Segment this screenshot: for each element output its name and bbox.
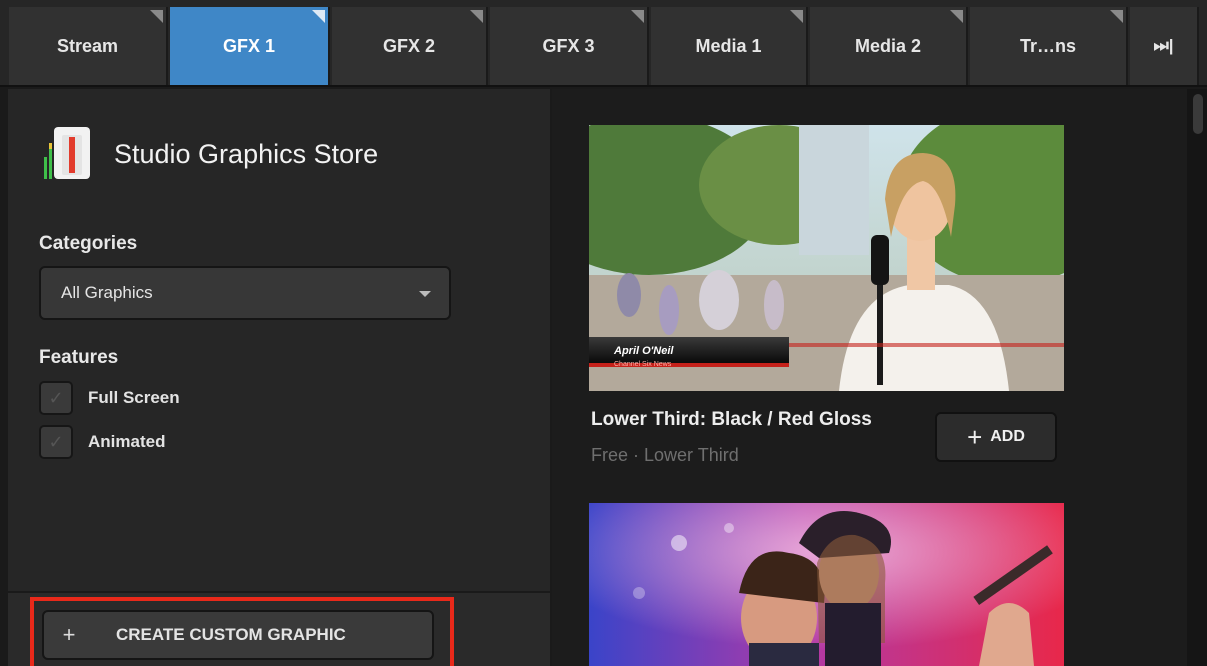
checkbox-box[interactable]: ✓	[39, 425, 73, 459]
create-custom-graphic-button[interactable]: + CREATE CUSTOM GRAPHIC	[42, 610, 434, 660]
scrollbar-thumb[interactable]	[1193, 94, 1203, 134]
tab-overflow-button[interactable]: ⏭|	[1130, 7, 1199, 85]
tab-gfx-2[interactable]: GFX 2	[332, 7, 488, 85]
add-graphic-button[interactable]: + ADD	[935, 412, 1057, 462]
tab-bar: Stream GFX 1 GFX 2 GFX 3 Media 1 Media 2…	[0, 0, 1207, 87]
tab-label: Tr…ns	[1019, 35, 1076, 56]
tab-options-corner-icon[interactable]	[470, 10, 483, 23]
graphic-meta: Free · Lower Third	[591, 445, 739, 465]
create-custom-graphic-label: CREATE CUSTOM GRAPHIC	[116, 625, 346, 644]
tab-label: GFX 2	[382, 35, 435, 56]
feature-animated-checkbox[interactable]: ✓ Animated	[39, 425, 165, 459]
tab-gfx-3[interactable]: GFX 3	[490, 7, 649, 85]
store-sidebar: Studio Graphics Store Categories All Gra…	[8, 89, 550, 666]
tab-gfx-1[interactable]: GFX 1	[170, 7, 330, 85]
graphics-list: April O'Neil Channel Six News Lower Thir…	[552, 89, 1207, 666]
tab-label: Media 1	[695, 35, 762, 56]
tab-label: GFX 1	[222, 35, 275, 56]
categories-select[interactable]: All Graphics	[39, 266, 451, 320]
store-title: Studio Graphics Store	[114, 138, 379, 169]
tab-label: Media 2	[854, 35, 922, 56]
feature-label: Full Screen	[88, 388, 180, 407]
store-header: Studio Graphics Store	[40, 125, 378, 183]
feature-label: Animated	[88, 432, 166, 451]
skip-forward-icon: ⏭|	[1153, 36, 1174, 55]
tab-options-corner-icon[interactable]	[950, 10, 963, 23]
checkmark-icon: ✓	[48, 431, 64, 452]
preview-caption-sub: Channel Six News	[614, 361, 672, 368]
plus-icon: +	[62, 622, 76, 647]
tab-options-corner-icon[interactable]	[790, 10, 803, 23]
preview-caption-name: April O'Neil	[613, 345, 674, 357]
categories-selected-value: All Graphics	[61, 283, 153, 302]
tab-options-corner-icon[interactable]	[1110, 10, 1123, 23]
features-label: Features	[39, 347, 119, 368]
checkbox-box[interactable]: ✓	[39, 381, 73, 415]
add-label: ADD	[990, 428, 1025, 445]
tab-stream[interactable]: Stream	[9, 7, 168, 85]
graphic-title: Lower Third: Black / Red Gloss	[591, 409, 872, 430]
scrollbar[interactable]	[1187, 89, 1207, 666]
tab-transitions[interactable]: Tr…ns	[970, 7, 1128, 85]
tab-label: GFX 3	[542, 35, 595, 56]
tab-media-1[interactable]: Media 1	[651, 7, 808, 85]
feature-full-screen-checkbox[interactable]: ✓ Full Screen	[39, 381, 180, 415]
graphic-preview-thumbnail[interactable]: April O'Neil Channel Six News	[589, 125, 1064, 391]
categories-label: Categories	[39, 233, 138, 254]
checkmark-icon: ✓	[48, 387, 64, 408]
tab-options-corner-icon[interactable]	[631, 10, 644, 23]
tab-options-corner-icon[interactable]	[150, 10, 163, 23]
plus-icon: +	[967, 421, 983, 452]
graphic-preview-thumbnail[interactable]	[589, 503, 1064, 666]
tab-media-2[interactable]: Media 2	[810, 7, 968, 85]
tab-label: Stream	[56, 35, 119, 56]
tab-options-corner-icon[interactable]	[312, 10, 325, 23]
chevron-down-icon	[419, 291, 431, 297]
graphics-store-icon	[40, 125, 98, 183]
